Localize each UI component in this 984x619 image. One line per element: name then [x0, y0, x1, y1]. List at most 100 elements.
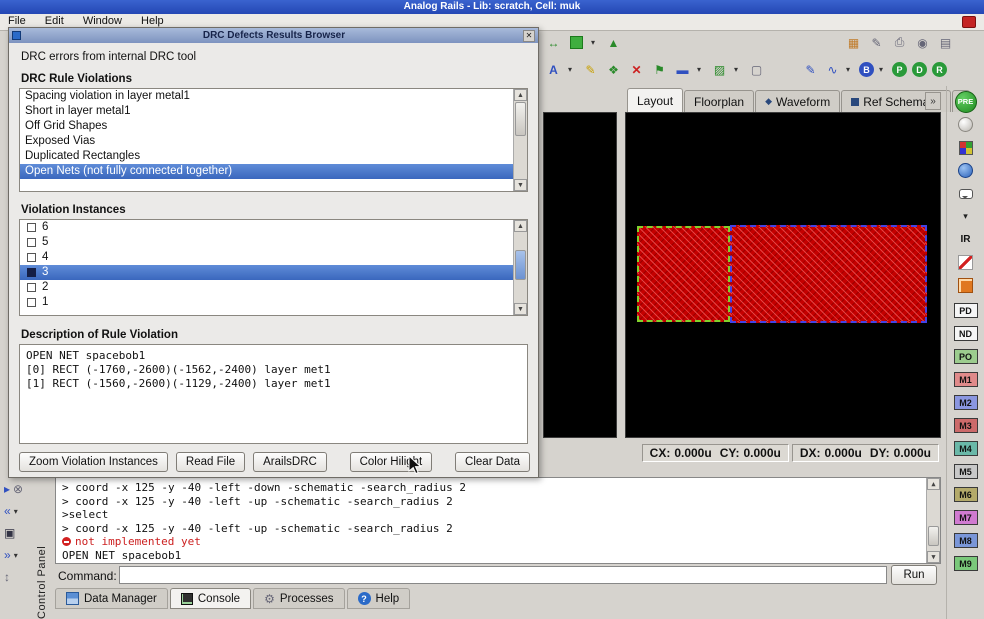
- scroll-up-icon[interactable]: [514, 220, 527, 232]
- scroll-down-icon[interactable]: [514, 179, 527, 191]
- instances-scrollbar[interactable]: [513, 220, 527, 315]
- arailsdrc-button[interactable]: ArailsDRC: [253, 452, 327, 472]
- frame-icon[interactable]: [748, 61, 765, 78]
- instance-item[interactable]: 1: [20, 295, 513, 310]
- rule-item[interactable]: Off Grid Shapes: [20, 119, 513, 134]
- ir-layer-label[interactable]: IR: [961, 234, 971, 245]
- tab-processes[interactable]: Processes: [253, 588, 344, 609]
- scroll-down-icon[interactable]: [514, 303, 527, 315]
- command-input[interactable]: [119, 566, 887, 584]
- console-output[interactable]: > coord -x 125 -y -40 -left -down -schem…: [55, 477, 941, 564]
- layer-button-m9[interactable]: M9: [954, 556, 978, 571]
- read-file-button[interactable]: Read File: [176, 452, 245, 472]
- layout-canvas[interactable]: [625, 112, 941, 438]
- layer-button-m8[interactable]: M8: [954, 533, 978, 548]
- globe-icon[interactable]: [958, 163, 973, 178]
- layer-button-pd[interactable]: PD: [954, 303, 978, 318]
- layer-button-m3[interactable]: M3: [954, 418, 978, 433]
- instance-item[interactable]: 5: [20, 235, 513, 250]
- spline-icon[interactable]: [824, 61, 841, 78]
- instance-item[interactable]: 2: [20, 280, 513, 295]
- checkbox-checked[interactable]: [27, 268, 36, 277]
- checkbox[interactable]: [27, 283, 36, 292]
- chevron-down-icon[interactable]: [963, 211, 968, 222]
- resize-icon[interactable]: [4, 570, 10, 584]
- clear-data-button[interactable]: Clear Data: [455, 452, 530, 472]
- b-tool-icon[interactable]: [859, 62, 874, 77]
- draw-icon[interactable]: [802, 61, 819, 78]
- run-button[interactable]: Run: [891, 565, 937, 585]
- line-style-icon[interactable]: [674, 61, 691, 78]
- flag-icon[interactable]: [651, 61, 668, 78]
- checkbox[interactable]: [27, 238, 36, 247]
- scrollbar-thumb[interactable]: [515, 102, 526, 136]
- tab-layout[interactable]: Layout: [627, 88, 683, 112]
- layer-button-po[interactable]: PO: [954, 349, 978, 364]
- instance-item[interactable]: 4: [20, 250, 513, 265]
- marker-layer-icon[interactable]: [958, 278, 973, 293]
- undock-icon[interactable]: [4, 482, 10, 496]
- tab-data-manager[interactable]: Data Manager: [55, 588, 168, 609]
- layer-button-m6[interactable]: M6: [954, 487, 978, 502]
- fit-view-icon[interactable]: [605, 34, 622, 51]
- rule-item[interactable]: Exposed Vias: [20, 134, 513, 149]
- table-icon[interactable]: [845, 34, 862, 51]
- layer-button-m2[interactable]: M2: [954, 395, 978, 410]
- tab-floorplan[interactable]: Floorplan: [684, 90, 754, 112]
- dialog-titlebar[interactable]: DRC Defects Results Browser ✕: [9, 28, 538, 43]
- scrollbar-thumb[interactable]: [928, 526, 939, 546]
- chevron-down-icon[interactable]: [846, 65, 854, 74]
- expand-right-icon[interactable]: [4, 548, 11, 562]
- ball-icon[interactable]: [958, 117, 973, 132]
- chevron-down-icon[interactable]: [14, 551, 22, 560]
- rule-item[interactable]: Short in layer metal1: [20, 104, 513, 119]
- chevron-down-icon[interactable]: [568, 65, 576, 74]
- close-panel-icon[interactable]: [13, 482, 23, 496]
- edit-icon[interactable]: [868, 34, 885, 51]
- console-scrollbar[interactable]: [926, 478, 940, 563]
- d-tool-icon[interactable]: [912, 62, 927, 77]
- mouse-settings-icon[interactable]: [914, 34, 931, 51]
- tab-help[interactable]: Help: [347, 588, 411, 609]
- marker-icon[interactable]: [605, 61, 622, 78]
- scroll-up-icon[interactable]: [927, 478, 940, 490]
- grid-settings-icon[interactable]: [937, 34, 954, 51]
- layer-button-m1[interactable]: M1: [954, 372, 978, 387]
- layer-button-m4[interactable]: M4: [954, 441, 978, 456]
- fill-style-icon[interactable]: [711, 61, 728, 78]
- instance-item[interactable]: 6: [20, 220, 513, 235]
- checkbox[interactable]: [27, 253, 36, 262]
- annotate-icon[interactable]: [545, 61, 562, 78]
- wire-layer-icon[interactable]: [958, 255, 973, 270]
- description-box[interactable]: OPEN NET spacebob1 [0] RECT (-1760,-2600…: [19, 344, 528, 444]
- rule-item[interactable]: Duplicated Rectangles: [20, 149, 513, 164]
- highlighter-icon[interactable]: [582, 61, 599, 78]
- scroll-up-icon[interactable]: [514, 89, 527, 101]
- pan-arrows-icon[interactable]: [545, 34, 562, 51]
- p-tool-icon[interactable]: [892, 62, 907, 77]
- chat-icon[interactable]: [959, 189, 973, 199]
- palette-icon[interactable]: [959, 141, 973, 155]
- collapse-left-icon[interactable]: [4, 504, 11, 518]
- pre-button[interactable]: PRE: [955, 91, 977, 113]
- instance-item-selected[interactable]: 3: [20, 265, 513, 280]
- violation-rect-blue[interactable]: [730, 225, 927, 323]
- violation-rect-green[interactable]: [637, 226, 730, 322]
- delete-icon[interactable]: [628, 61, 645, 78]
- dock-box-icon[interactable]: [4, 526, 15, 540]
- layer-button-m7[interactable]: M7: [954, 510, 978, 525]
- tab-console[interactable]: Console: [170, 588, 251, 609]
- schematic-canvas[interactable]: [543, 112, 617, 438]
- scrollbar-thumb[interactable]: [515, 250, 526, 280]
- chevron-down-icon[interactable]: [697, 65, 705, 74]
- zoom-violation-instances-button[interactable]: Zoom Violation Instances: [19, 452, 168, 472]
- tab-waveform[interactable]: Waveform: [755, 90, 840, 112]
- zoom-box-icon[interactable]: [570, 36, 583, 49]
- chevron-down-icon[interactable]: [591, 38, 599, 47]
- rule-item[interactable]: Spacing violation in layer metal1: [20, 89, 513, 104]
- checkbox[interactable]: [27, 298, 36, 307]
- checkbox[interactable]: [27, 223, 36, 232]
- close-icon[interactable]: ✕: [523, 30, 535, 42]
- rule-item-selected[interactable]: Open Nets (not fully connected together): [20, 164, 513, 179]
- layer-button-nd[interactable]: ND: [954, 326, 978, 341]
